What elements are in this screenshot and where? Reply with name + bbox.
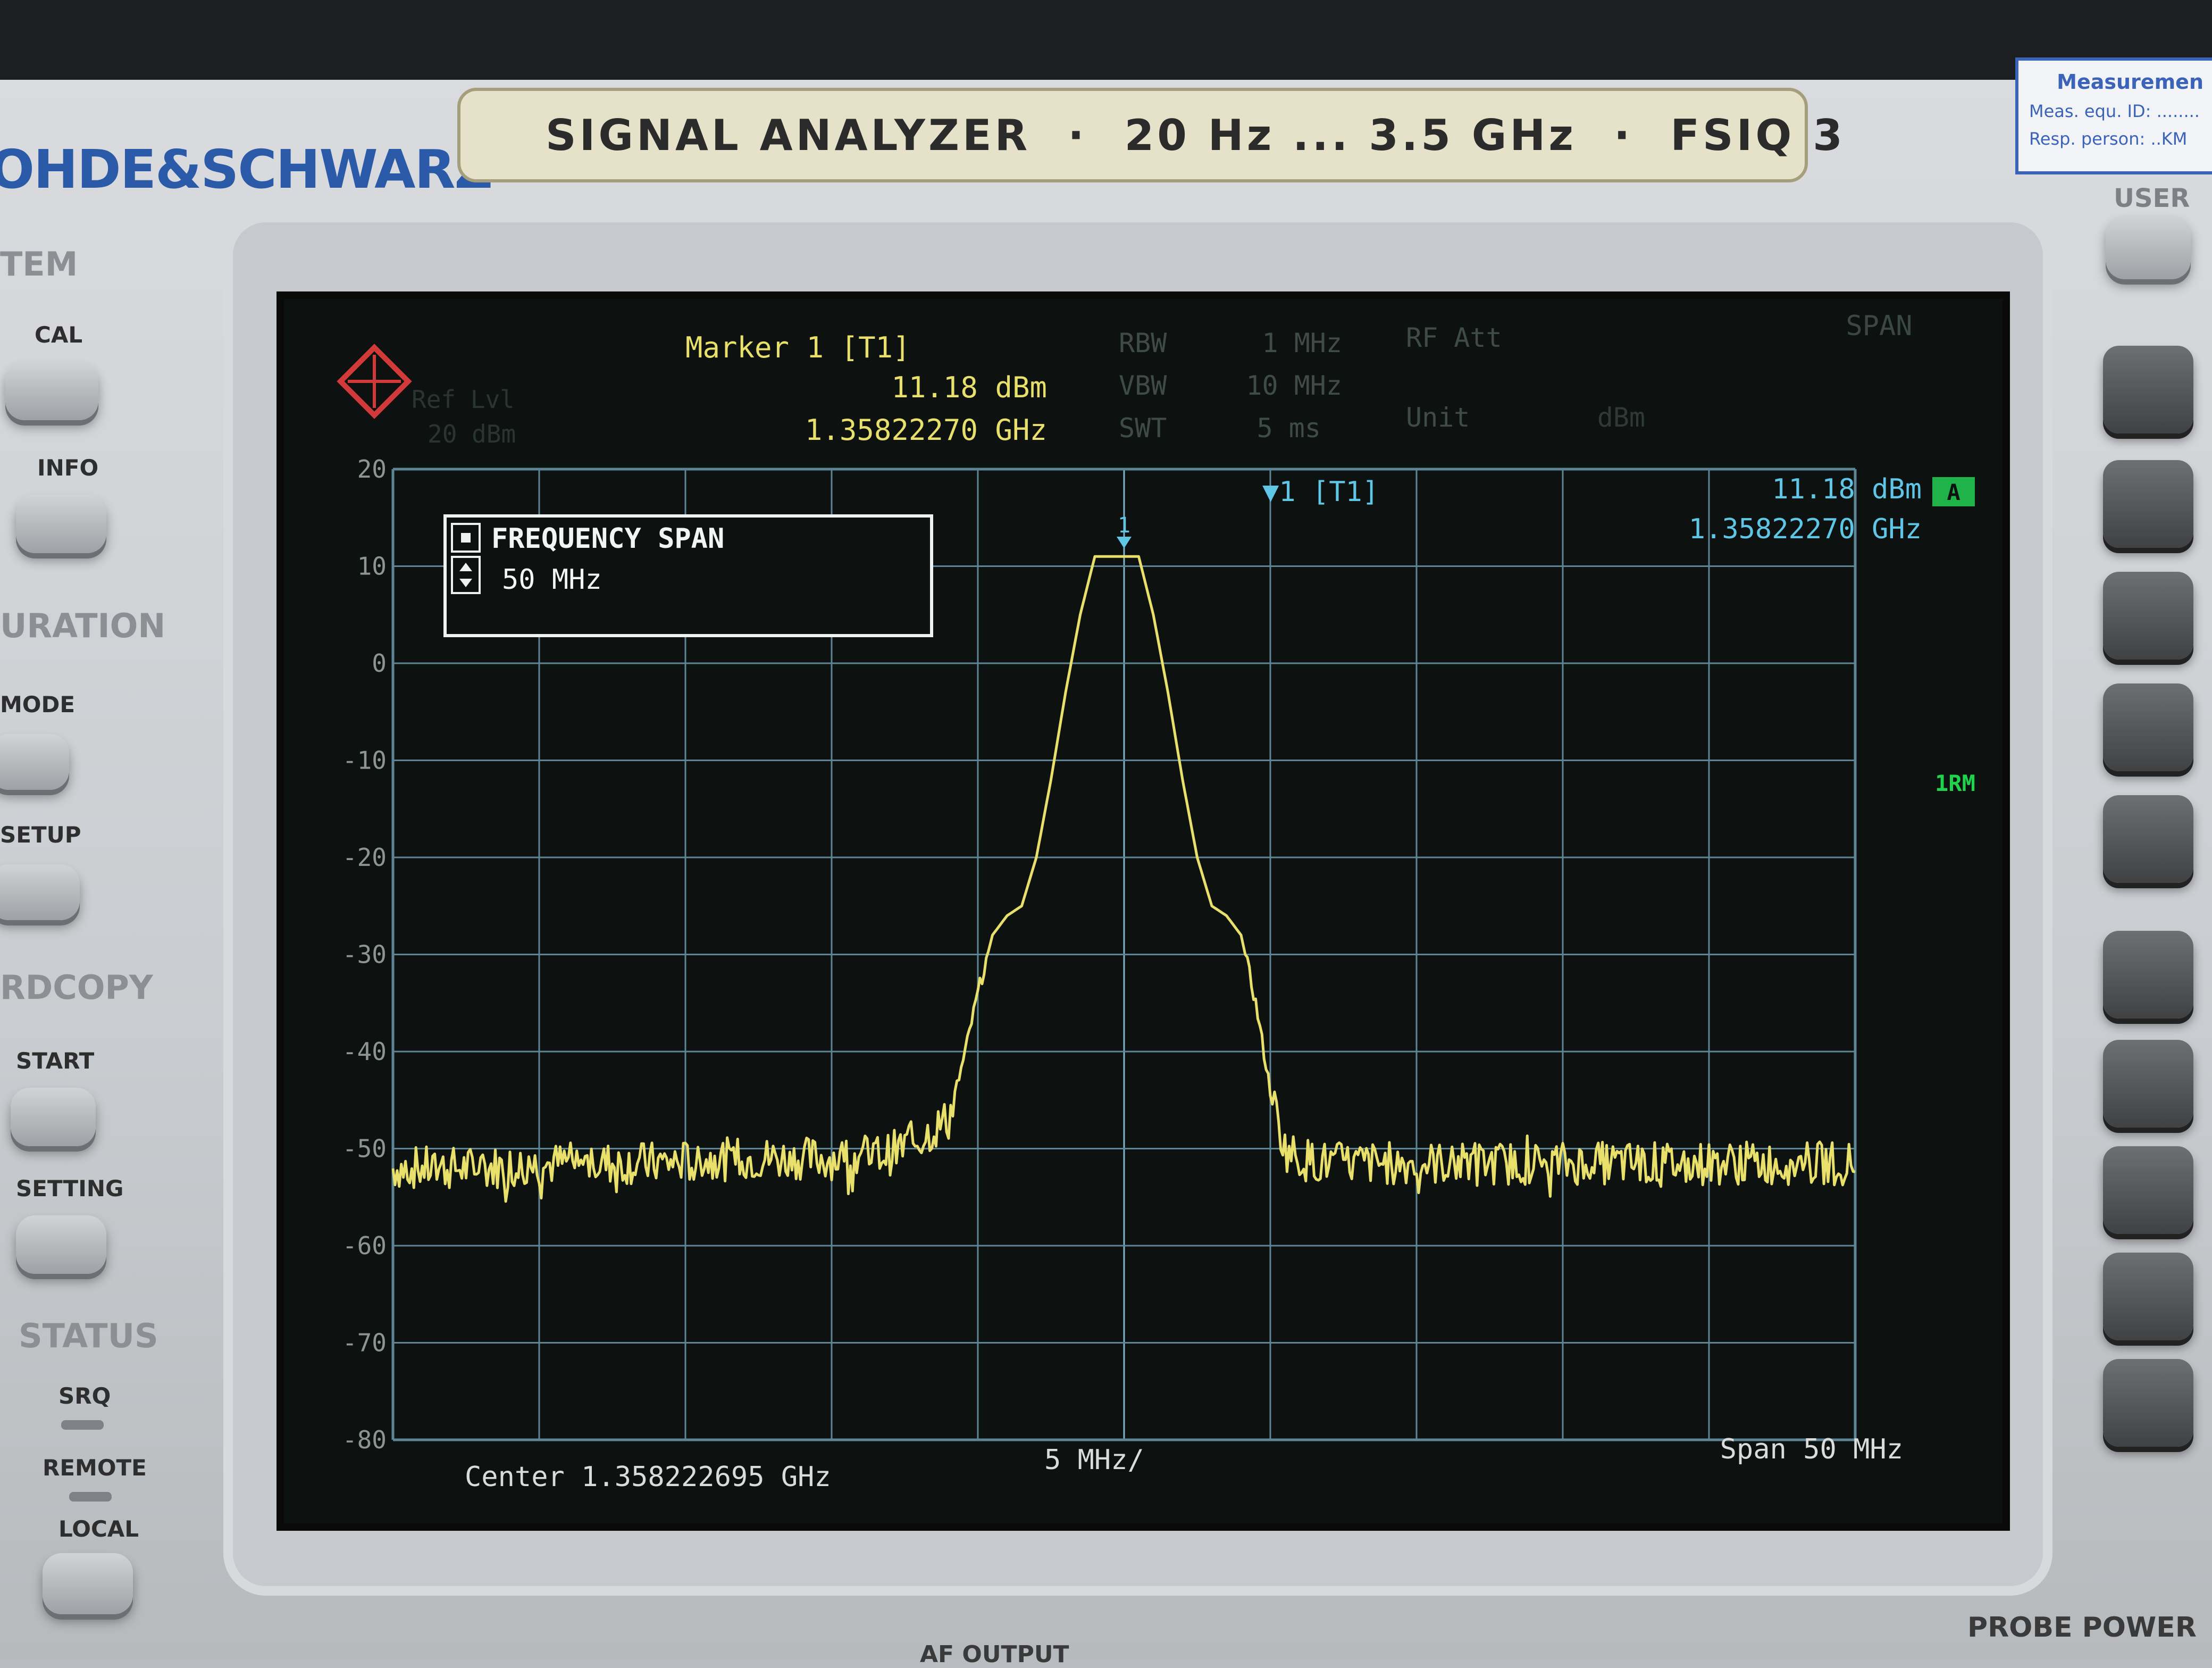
unit-value: dBm: [1597, 402, 1645, 433]
sticker-line: Resp. person: ..KM: [2029, 129, 2188, 149]
swt-label: SWT: [1119, 413, 1167, 444]
ref-level-label: Ref Lvl: [412, 385, 515, 414]
menu-title: SPAN: [1846, 310, 1912, 342]
rf-att-label: RF Att: [1406, 322, 1502, 353]
softkey-hw-2[interactable]: [2103, 460, 2193, 548]
cal-button[interactable]: [5, 362, 98, 420]
trace-marker-level: 11.18 dBm: [1772, 473, 1922, 505]
y-tick-label: -10: [342, 746, 387, 775]
y-tick-label: -30: [342, 940, 387, 969]
softkey-hw-4[interactable]: [2103, 683, 2193, 771]
vbw-label: VBW: [1119, 370, 1167, 401]
center-frequency-label: Center 1.358222695 GHz: [465, 1461, 831, 1493]
vbw-value: 10 MHz: [1246, 370, 1342, 401]
local-label: LOCAL: [58, 1516, 139, 1542]
y-tick-label: -70: [342, 1329, 387, 1357]
title-separator: ·: [1068, 110, 1087, 160]
softkey-hw-9[interactable]: [2103, 1253, 2193, 1340]
marker-frequency: 1.35822270 GHz: [805, 413, 1047, 447]
title-model: FSIQ 3: [1670, 110, 1846, 160]
setup-label: SETUP: [0, 822, 81, 848]
softkey-hw-7[interactable]: [2103, 1040, 2193, 1128]
softkey-hw-3[interactable]: [2103, 572, 2193, 660]
setting-label: SETTING: [16, 1175, 124, 1202]
configuration-section-heading: URATION: [0, 606, 166, 645]
calibration-sticker: Measuremen Meas. equ. ID: ........ Resp.…: [2015, 57, 2212, 174]
setup-button[interactable]: [0, 864, 80, 920]
info-label: INFO: [37, 455, 99, 481]
marker-level: 11.18 dBm: [891, 371, 1047, 404]
srq-led: [61, 1420, 104, 1430]
softkey-hw-8[interactable]: [2103, 1146, 2193, 1234]
model-title-strip: SIGNAL ANALYZER · 20 Hz ... 3.5 GHz · FS…: [457, 88, 1842, 182]
swt-value: 5 ms: [1257, 413, 1321, 444]
start-label: START: [16, 1048, 95, 1074]
system-section-heading: TEM: [0, 245, 78, 283]
frequency-span-dialog[interactable]: FREQUENCY SPAN 50 MHz: [443, 514, 933, 637]
span-label: Span 50 MHz: [1720, 1433, 1903, 1465]
remote-led: [69, 1492, 112, 1502]
dialog-box-icon-fill: [461, 533, 471, 543]
hardcopy-start-button[interactable]: [11, 1088, 96, 1146]
user-label: USER: [2114, 184, 2190, 213]
title-separator: ·: [1613, 110, 1633, 160]
brand-logo: OHDE&SCHWARZ: [0, 138, 493, 201]
rs-logo-icon: [337, 344, 412, 419]
status-section-heading: STATUS: [19, 1316, 158, 1355]
y-axis-ticks: 20 10 0 -10 -20 -30 -40 -50 -60 -70 -80: [342, 455, 387, 1454]
remote-label: REMOTE: [43, 1455, 147, 1481]
trace-marker-label: ▼1 [T1]: [1262, 476, 1379, 508]
srq-label: SRQ: [58, 1383, 111, 1409]
marker-1[interactable]: 1: [1117, 513, 1132, 548]
y-tick-label: 10: [357, 552, 387, 581]
y-tick-label: -40: [342, 1037, 387, 1066]
local-button[interactable]: [43, 1553, 133, 1614]
cal-label: CAL: [35, 322, 83, 348]
mode-button[interactable]: [0, 734, 69, 790]
sticker-line: Meas. equ. ID: ........: [2029, 101, 2200, 121]
division-label: 5 MHz/: [1044, 1444, 1144, 1476]
rbw-label: RBW: [1119, 328, 1167, 358]
trace-tag: A: [1947, 479, 1960, 505]
softkey-hw-5[interactable]: [2103, 795, 2193, 883]
y-tick-label: -20: [342, 843, 387, 872]
instrument-top-housing: [0, 0, 2212, 80]
y-tick-label: -60: [342, 1231, 387, 1260]
rbw-value: 1 MHz: [1262, 328, 1342, 358]
title-name: SIGNAL ANALYZER: [546, 110, 1031, 160]
y-tick-label: 20: [357, 455, 387, 483]
unit-label: Unit: [1406, 402, 1470, 433]
span-box-value: 50 MHz: [502, 564, 602, 596]
y-tick-label: 0: [372, 649, 387, 678]
ref-level-value: 20 dBm: [428, 420, 516, 448]
softkey-hw-10[interactable]: [2103, 1359, 2193, 1447]
sticker-title: Measuremen: [2057, 70, 2203, 94]
y-tick-label: -50: [342, 1135, 387, 1163]
af-output-label: AF OUTPUT: [920, 1641, 1069, 1668]
info-button[interactable]: [16, 495, 106, 553]
y-tick-label: -80: [342, 1425, 387, 1454]
display-canvas: Marker 1 [T1] 11.18 dBm 1.35822270 GHz R…: [337, 310, 1975, 1493]
user-key[interactable]: [2106, 215, 2191, 279]
analyzer-display: Marker 1 [T1] 11.18 dBm 1.35822270 GHz R…: [276, 291, 2010, 1531]
rm-tag: 1RM: [1935, 770, 1975, 796]
marker-title: Marker 1 [T1]: [685, 331, 910, 364]
span-box-title: FREQUENCY SPAN: [491, 523, 724, 555]
probe-power-label: PROBE POWER: [1967, 1612, 2197, 1644]
softkey-hw-1[interactable]: [2103, 346, 2193, 433]
marker-triangle-icon: [1117, 536, 1132, 548]
mode-label: MODE: [0, 691, 76, 718]
title-range: 20 Hz ... 3.5 GHz: [1124, 110, 1577, 160]
hardcopy-section-heading: RDCOPY: [0, 968, 153, 1007]
softkey-hw-6[interactable]: [2103, 931, 2193, 1019]
trace-marker-frequency: 1.35822270 GHz: [1689, 513, 1922, 545]
marker-number: 1: [1118, 513, 1130, 538]
hardcopy-setting-button[interactable]: [16, 1215, 106, 1274]
